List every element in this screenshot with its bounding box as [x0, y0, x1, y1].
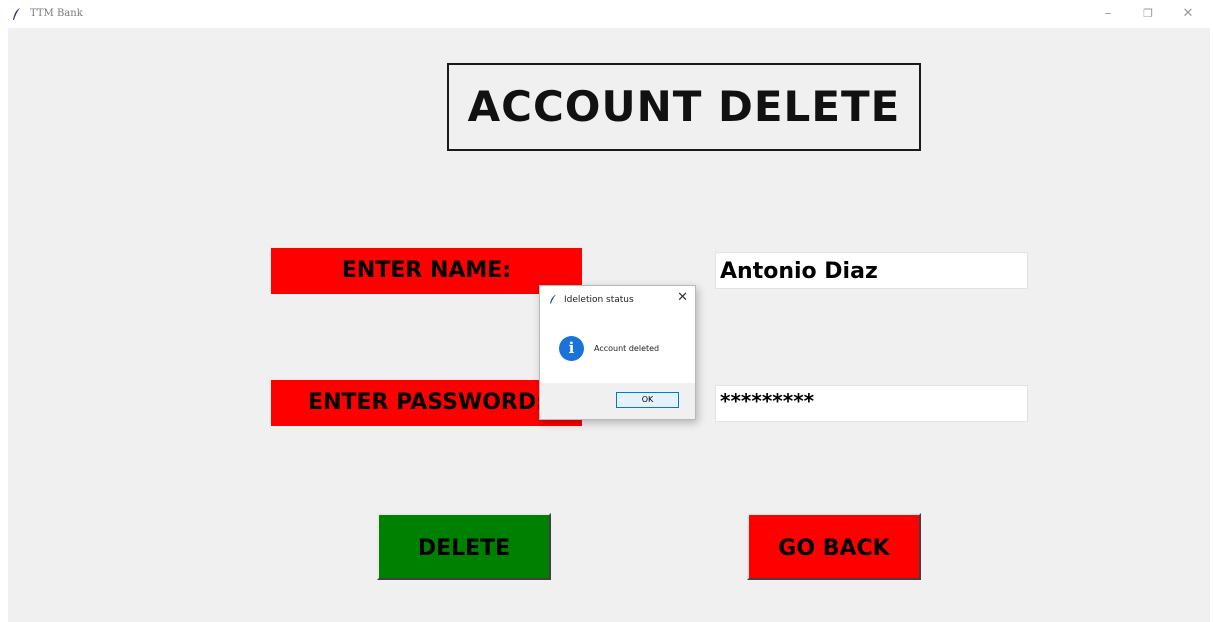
ok-button[interactable]: OK — [616, 392, 679, 408]
feather-icon — [13, 8, 20, 20]
deletion-status-dialog: Ideletion status ✕ i Account deleted OK — [539, 285, 696, 420]
feather-icon — [550, 294, 556, 304]
close-button[interactable]: ✕ — [1173, 4, 1203, 24]
delete-button[interactable]: DELETE — [377, 513, 551, 580]
dialog-close-icon[interactable]: ✕ — [677, 290, 688, 306]
minimize-button[interactable]: – — [1093, 4, 1123, 24]
password-label: ENTER PASSWORD: — [271, 380, 582, 426]
name-label: ENTER NAME: — [271, 248, 582, 294]
title-bar: TTM Bank – ❐ ✕ — [0, 0, 1213, 28]
go-back-button[interactable]: GO BACK — [747, 513, 921, 580]
dialog-message: Account deleted — [594, 344, 660, 353]
name-input[interactable]: Antonio Diaz — [715, 252, 1028, 289]
page-title: ACCOUNT DELETE — [447, 63, 921, 151]
info-icon: i — [559, 336, 584, 361]
dialog-title: Ideletion status — [564, 295, 634, 305]
dialog-footer: OK — [540, 383, 695, 419]
restore-button[interactable]: ❐ — [1133, 4, 1163, 24]
window-title: TTM Bank — [30, 8, 83, 19]
password-input[interactable]: ********* — [715, 385, 1028, 422]
